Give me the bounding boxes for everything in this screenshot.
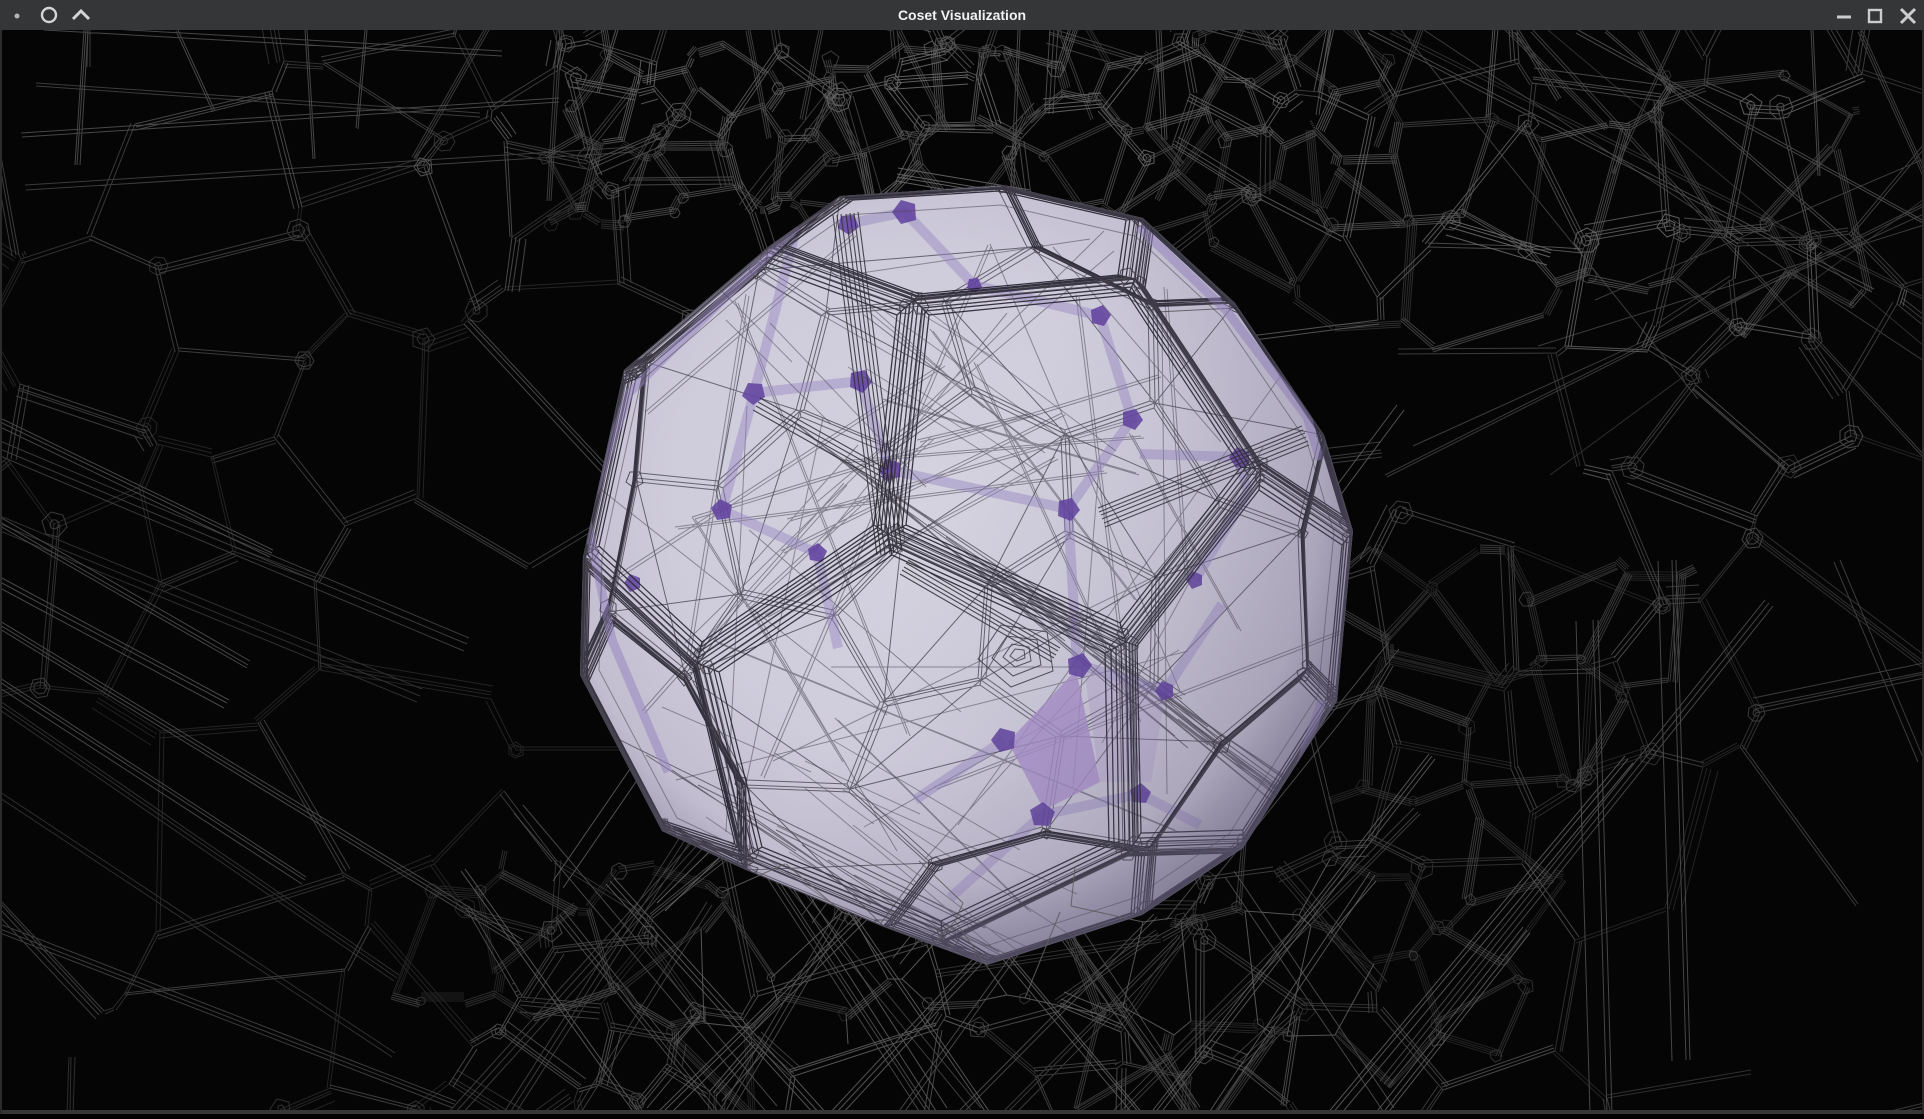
svg-text:Coset Visualization: Coset Visualization <box>898 7 1026 23</box>
